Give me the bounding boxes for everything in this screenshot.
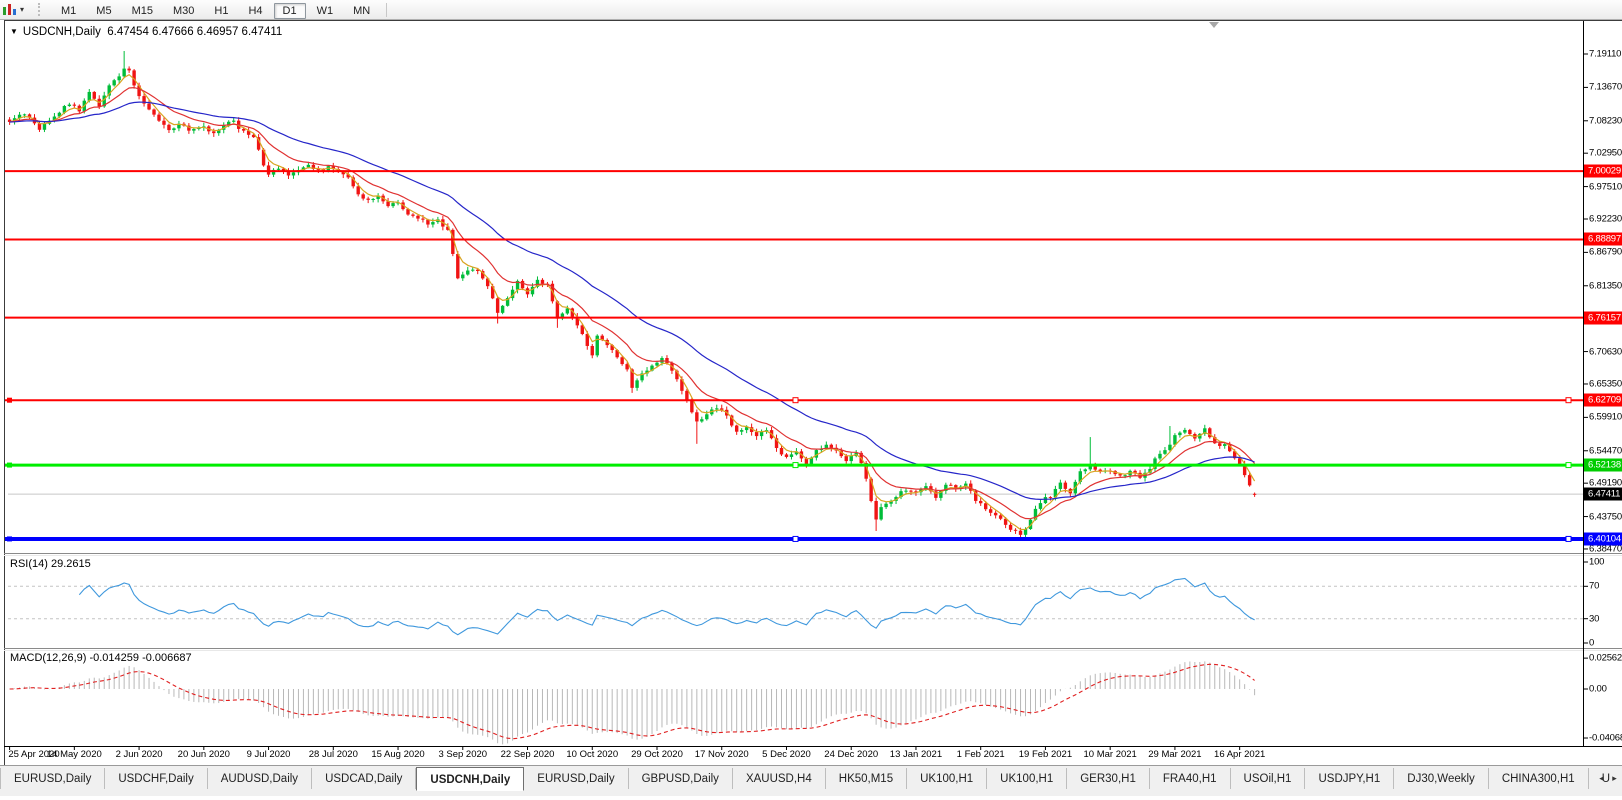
rsi-axis-label: 70 — [1589, 580, 1600, 592]
date-label: 10 Oct 2020 — [566, 749, 619, 760]
date-label: 22 Sep 2020 — [500, 749, 555, 760]
tab-fra40-h1[interactable]: FRA40,H1 — [1150, 768, 1231, 789]
price-level-badge: 6.76157 — [1584, 311, 1622, 325]
date-label: 29 Mar 2021 — [1148, 749, 1202, 760]
price-tick-label: 6.65350 — [1589, 378, 1622, 390]
date-label: 16 Apr 2021 — [1214, 749, 1266, 760]
price-tick-label: 6.54470 — [1589, 445, 1622, 457]
date-label: 9 Jul 2020 — [246, 749, 291, 760]
tab-scroll-left-icon[interactable]: ◂ — [1595, 771, 1608, 786]
price-tick-label: 6.59910 — [1589, 411, 1622, 423]
date-label: 28 Jul 2020 — [308, 749, 358, 760]
timeframe-buttons: M1 M5 M15 M30 H1 H4 D1 W1 MN — [51, 1, 380, 19]
timeframe-button-m1[interactable]: M1 — [52, 3, 85, 19]
collapse-triangle-icon[interactable]: ▼ — [10, 27, 18, 36]
price-tick-label: 6.92230 — [1589, 213, 1622, 225]
tab-ger30-h1[interactable]: GER30,H1 — [1067, 768, 1150, 789]
tab-scroll-right-icon[interactable]: ▸ — [1608, 771, 1621, 786]
price-tick-label: 7.19110 — [1589, 48, 1622, 60]
tab-usdchf-daily[interactable]: USDCHF,Daily — [105, 768, 208, 789]
price-tick-label: 6.97510 — [1589, 181, 1622, 193]
timeframe-button-w1[interactable]: W1 — [308, 3, 343, 19]
price-tick-label: 7.08230 — [1589, 115, 1622, 127]
chart-symbol-label: USDCNH,Daily — [22, 26, 101, 38]
timeframe-button-m5[interactable]: M5 — [87, 3, 120, 19]
date-label: 5 Dec 2020 — [762, 749, 811, 760]
timeframe-button-d1[interactable]: D1 — [273, 2, 306, 19]
tab-usdcad-daily[interactable]: USDCAD,Daily — [312, 768, 417, 789]
macd-indicator-label: MACD(12,26,9) -0.014259 -0.006687 — [10, 652, 192, 664]
date-label: 2 Jun 2020 — [115, 749, 163, 760]
price-tick-label: 7.13670 — [1589, 81, 1622, 93]
rsi-axis-label: 0 — [1589, 637, 1595, 649]
macd-axis-label: 0.025623 — [1589, 652, 1622, 664]
timeframe-button-mn[interactable]: MN — [344, 3, 379, 19]
price-tick-label: 6.70630 — [1589, 346, 1622, 358]
date-label: 14 May 2020 — [46, 749, 102, 760]
tab-usoil-h1[interactable]: USOil,H1 — [1231, 768, 1306, 789]
chart-tab-bar: EURUSD,Daily USDCHF,Daily AUDUSD,Daily USDC… — [0, 765, 1622, 796]
chevron-down-icon[interactable]: ▾ — [20, 5, 24, 14]
date-label: 13 Jan 2021 — [889, 749, 943, 760]
chart-shift-marker[interactable] — [1209, 22, 1219, 28]
tab-xauusd-h4[interactable]: XAUUSD,H4 — [733, 768, 826, 789]
rsi-axis-label: 100 — [1589, 556, 1605, 568]
chart-title: ▼ USDCNH,Daily 6.47454 6.47666 6.46957 6.… — [10, 26, 282, 38]
chart-canvas[interactable] — [0, 0, 1622, 800]
chart-tabs: EURUSD,Daily USDCHF,Daily AUDUSD,Daily USDC… — [0, 766, 1622, 791]
macd-axis-label: 0.00 — [1589, 683, 1607, 695]
date-label: 29 Oct 2020 — [631, 749, 683, 760]
toolbar-separator — [386, 2, 388, 17]
tab-uk100-h1[interactable]: UK100,H1 — [907, 768, 988, 789]
tab-uk100-h1[interactable]: UK100,H1 — [987, 768, 1068, 789]
tab-audusd-daily[interactable]: AUDUSD,Daily — [208, 768, 313, 789]
price-tick-label: 6.81350 — [1589, 280, 1622, 292]
tab-eurusd-daily[interactable]: EURUSD,Daily — [0, 768, 106, 789]
tab-hk50-m15[interactable]: HK50,M15 — [826, 768, 908, 789]
date-label: 19 Feb 2021 — [1018, 749, 1073, 760]
date-label: 17 Nov 2020 — [694, 749, 749, 760]
tab-gbpusd-daily[interactable]: GBPUSD,Daily — [629, 768, 733, 789]
price-level-badge: 6.52138 — [1584, 458, 1622, 472]
price-level-badge: 7.00029 — [1584, 164, 1622, 178]
chart-type-icon[interactable] — [2, 3, 17, 16]
rsi-axis-label: 30 — [1589, 613, 1600, 625]
rsi-indicator-label: RSI(14) 29.2615 — [10, 558, 91, 570]
chart-ohlc-quotes: 6.47454 6.47666 6.46957 6.47411 — [107, 26, 283, 38]
tab-china300-h1[interactable]: CHINA300,H1 — [1489, 768, 1589, 789]
date-label: 10 Mar 2021 — [1083, 749, 1137, 760]
date-label: 15 Aug 2020 — [371, 749, 425, 760]
price-level-badge: 6.88897 — [1584, 232, 1622, 246]
date-label: 3 Sep 2020 — [438, 749, 488, 760]
toolbar-grip — [38, 3, 43, 16]
price-level-badge: 6.47411 — [1584, 487, 1622, 501]
tab-eurusd-daily[interactable]: EURUSD,Daily — [524, 768, 629, 789]
date-label: 24 Dec 2020 — [824, 749, 879, 760]
macd-axis-label: -0.04068 — [1589, 732, 1622, 744]
price-level-badge: 6.40104 — [1584, 532, 1622, 546]
timeframe-button-h4[interactable]: H4 — [239, 3, 271, 19]
price-tick-label: 6.86790 — [1589, 246, 1622, 258]
date-label: 1 Feb 2021 — [956, 749, 1005, 760]
top-toolbar: ▾ M1 M5 M15 M30 H1 H4 D1 W1 MN — [0, 0, 1622, 20]
timeframe-button-h1[interactable]: H1 — [205, 3, 237, 19]
timeframe-button-m15[interactable]: M15 — [123, 3, 162, 19]
tab-dj30-weekly[interactable]: DJ30,Weekly — [1394, 768, 1489, 789]
price-level-badge: 6.62709 — [1584, 393, 1622, 407]
tab-scroll-arrows: ◂ ▸ — [1595, 771, 1621, 786]
tab-usdjpy-h1[interactable]: USDJPY,H1 — [1305, 768, 1395, 789]
tab-usdcnh-daily[interactable]: USDCNH,Daily — [416, 767, 525, 791]
date-label: 20 Jun 2020 — [177, 749, 230, 760]
price-tick-label: 7.02950 — [1589, 147, 1622, 159]
timeframe-button-m30[interactable]: M30 — [164, 3, 203, 19]
price-tick-label: 6.43750 — [1589, 511, 1622, 523]
